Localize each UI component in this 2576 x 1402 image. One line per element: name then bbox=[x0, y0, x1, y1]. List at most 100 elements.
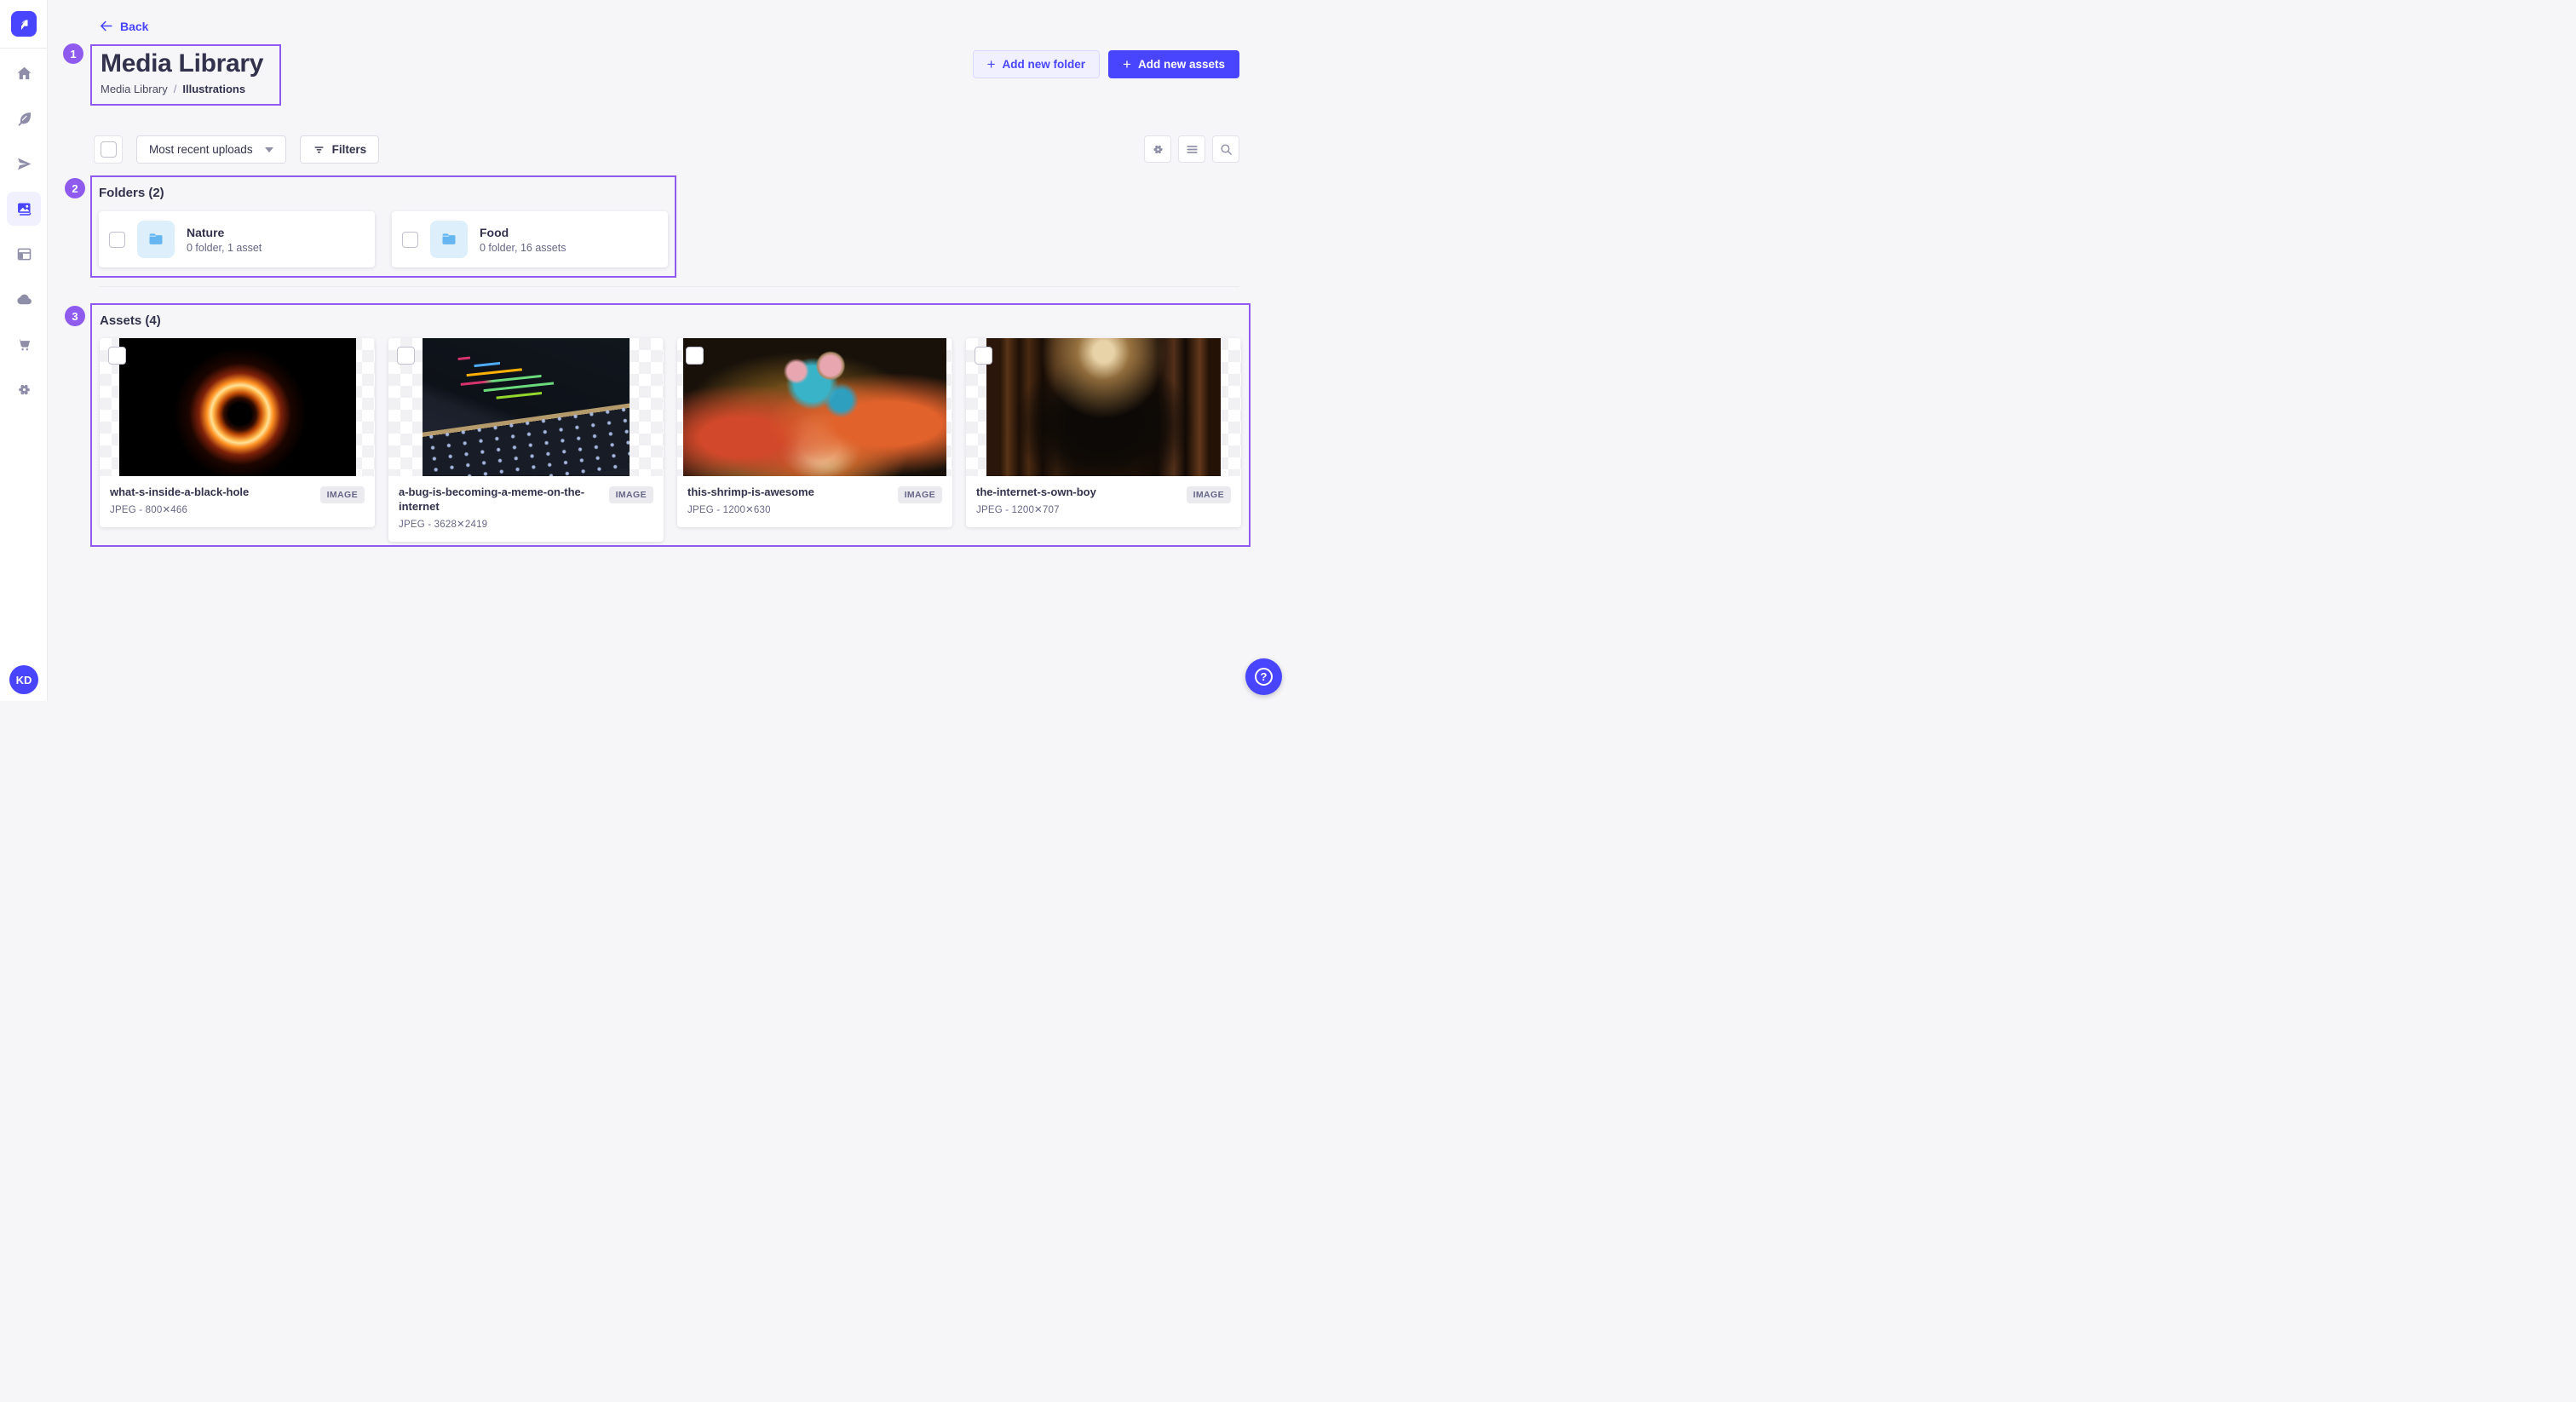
asset-name: what-s-inside-a-black-hole bbox=[110, 486, 257, 500]
add-new-folder-label: Add new folder bbox=[1003, 58, 1086, 71]
back-label: Back bbox=[120, 20, 148, 33]
select-all-checkbox[interactable] bbox=[101, 141, 117, 158]
folder-checkbox[interactable] bbox=[402, 232, 418, 248]
search-button[interactable] bbox=[1212, 135, 1239, 163]
asset-card-bug-meme[interactable]: a-bug-is-becoming-a-meme-on-the-internet… bbox=[388, 338, 664, 542]
asset-meta: JPEG - 1200✕630 bbox=[687, 503, 823, 515]
folder-avatar bbox=[430, 221, 468, 258]
library-portrait-image bbox=[986, 338, 1221, 476]
asset-type-badge: IMAGE bbox=[1187, 486, 1231, 503]
cloud-icon bbox=[15, 290, 33, 308]
sidebar-nav bbox=[0, 56, 48, 406]
asset-grid: what-s-inside-a-black-hole JPEG - 800✕46… bbox=[100, 338, 1241, 542]
add-new-folder-button[interactable]: + Add new folder bbox=[973, 50, 1100, 78]
cart-icon bbox=[15, 336, 33, 353]
asset-type-badge: IMAGE bbox=[320, 486, 365, 503]
filters-label: Filters bbox=[332, 143, 367, 156]
add-new-assets-button[interactable]: + Add new assets bbox=[1108, 50, 1239, 78]
media-library-page: { "app": { "brand_color": "#4945ff", "an… bbox=[0, 0, 1288, 701]
home-icon bbox=[15, 65, 33, 83]
back-link[interactable]: Back bbox=[99, 19, 148, 33]
folder-checkbox[interactable] bbox=[109, 232, 125, 248]
folder-name: Nature bbox=[187, 226, 262, 239]
section-divider bbox=[99, 286, 1239, 287]
breadcrumb: Media Library / Illustrations bbox=[101, 83, 271, 95]
annotation-box-assets: Assets (4) what-s-inside-a-black-hole JP… bbox=[90, 303, 1251, 547]
sidebar-item-media-library[interactable] bbox=[7, 192, 41, 226]
select-all-checkbox-wrap[interactable] bbox=[94, 135, 123, 164]
asset-checkbox[interactable] bbox=[975, 347, 992, 365]
strapi-logo[interactable] bbox=[11, 11, 37, 37]
folder-texts: Food 0 folder, 16 assets bbox=[480, 226, 566, 254]
list-view-button[interactable] bbox=[1178, 135, 1205, 163]
view-actions bbox=[1144, 135, 1239, 163]
asset-thumbnail bbox=[677, 338, 952, 476]
sidebar-item-content[interactable] bbox=[7, 101, 41, 135]
add-new-assets-label: Add new assets bbox=[1138, 58, 1225, 71]
folder-icon bbox=[147, 231, 164, 248]
breadcrumb-parent[interactable]: Media Library bbox=[101, 83, 168, 95]
folder-icon bbox=[440, 231, 457, 248]
list-icon bbox=[1185, 142, 1199, 157]
sidebar-item-releases[interactable] bbox=[7, 147, 41, 181]
sidebar-item-content-manager[interactable] bbox=[7, 237, 41, 271]
sidebar-item-home[interactable] bbox=[7, 56, 41, 90]
plus-icon: + bbox=[1123, 57, 1131, 72]
folder-card-nature[interactable]: Nature 0 folder, 1 asset bbox=[99, 211, 375, 267]
asset-texts: the-internet-s-own-boy JPEG - 1200✕707 bbox=[976, 486, 1105, 515]
asset-info: what-s-inside-a-black-hole JPEG - 800✕46… bbox=[100, 476, 375, 527]
sort-select-value: Most recent uploads bbox=[149, 143, 253, 156]
asset-card-shrimp[interactable]: this-shrimp-is-awesome JPEG - 1200✕630 I… bbox=[677, 338, 952, 527]
media-library-icon bbox=[15, 200, 33, 218]
asset-type-badge: IMAGE bbox=[898, 486, 942, 503]
filters-button[interactable]: Filters bbox=[300, 135, 380, 164]
view-settings-button[interactable] bbox=[1144, 135, 1171, 163]
paper-plane-icon bbox=[15, 155, 33, 173]
laptop-code-image bbox=[423, 338, 630, 476]
sidebar-item-deploy[interactable] bbox=[7, 282, 41, 316]
user-avatar[interactable]: KD bbox=[9, 665, 38, 694]
asset-info: this-shrimp-is-awesome JPEG - 1200✕630 I… bbox=[677, 476, 952, 527]
search-icon bbox=[1219, 142, 1233, 157]
chevron-down-icon bbox=[265, 147, 273, 152]
asset-type-badge: IMAGE bbox=[609, 486, 653, 503]
black-hole-image bbox=[119, 338, 356, 476]
breadcrumb-separator: / bbox=[174, 83, 177, 95]
asset-name: this-shrimp-is-awesome bbox=[687, 486, 823, 500]
asset-meta: JPEG - 3628✕2419 bbox=[399, 518, 609, 530]
asset-thumbnail bbox=[100, 338, 375, 476]
mantis-shrimp-image bbox=[683, 338, 946, 476]
filter-icon bbox=[313, 143, 325, 156]
asset-texts: this-shrimp-is-awesome JPEG - 1200✕630 bbox=[687, 486, 823, 515]
asset-name: a-bug-is-becoming-a-meme-on-the-internet bbox=[399, 486, 609, 514]
asset-info: a-bug-is-becoming-a-meme-on-the-internet… bbox=[388, 476, 664, 542]
folder-avatar bbox=[137, 221, 175, 258]
arrow-left-icon bbox=[99, 19, 113, 33]
page-title: Media Library bbox=[101, 48, 271, 80]
asset-checkbox[interactable] bbox=[108, 347, 126, 365]
asset-texts: a-bug-is-becoming-a-meme-on-the-internet… bbox=[399, 486, 609, 530]
toolbar: Most recent uploads Filters bbox=[94, 135, 379, 164]
header-actions: + Add new folder + Add new assets bbox=[973, 50, 1239, 78]
sidebar: KD bbox=[0, 0, 48, 701]
sort-select[interactable]: Most recent uploads bbox=[136, 135, 286, 164]
sidebar-item-settings[interactable] bbox=[7, 372, 41, 406]
gear-icon bbox=[1151, 142, 1165, 157]
feather-icon bbox=[15, 110, 33, 128]
asset-card-black-hole[interactable]: what-s-inside-a-black-hole JPEG - 800✕46… bbox=[100, 338, 375, 527]
asset-texts: what-s-inside-a-black-hole JPEG - 800✕46… bbox=[110, 486, 257, 515]
folders-section-title: Folders (2) bbox=[99, 186, 668, 200]
annotation-box-folders: Folders (2) Nature 0 folder, 1 asset bbox=[90, 175, 676, 278]
asset-checkbox[interactable] bbox=[397, 347, 415, 365]
asset-checkbox[interactable] bbox=[686, 347, 704, 365]
folder-meta: 0 folder, 1 asset bbox=[187, 242, 262, 254]
help-button[interactable]: ? bbox=[1245, 658, 1282, 695]
annotation-3: 3 bbox=[65, 306, 85, 326]
plus-icon: + bbox=[987, 57, 996, 72]
folder-card-food[interactable]: Food 0 folder, 16 assets bbox=[392, 211, 668, 267]
folder-row: Nature 0 folder, 1 asset Food 0 folder, … bbox=[99, 211, 668, 267]
breadcrumb-current: Illustrations bbox=[182, 83, 245, 95]
asset-card-internets-own-boy[interactable]: the-internet-s-own-boy JPEG - 1200✕707 I… bbox=[966, 338, 1241, 527]
sidebar-divider bbox=[0, 48, 47, 49]
sidebar-item-marketplace[interactable] bbox=[7, 327, 41, 361]
